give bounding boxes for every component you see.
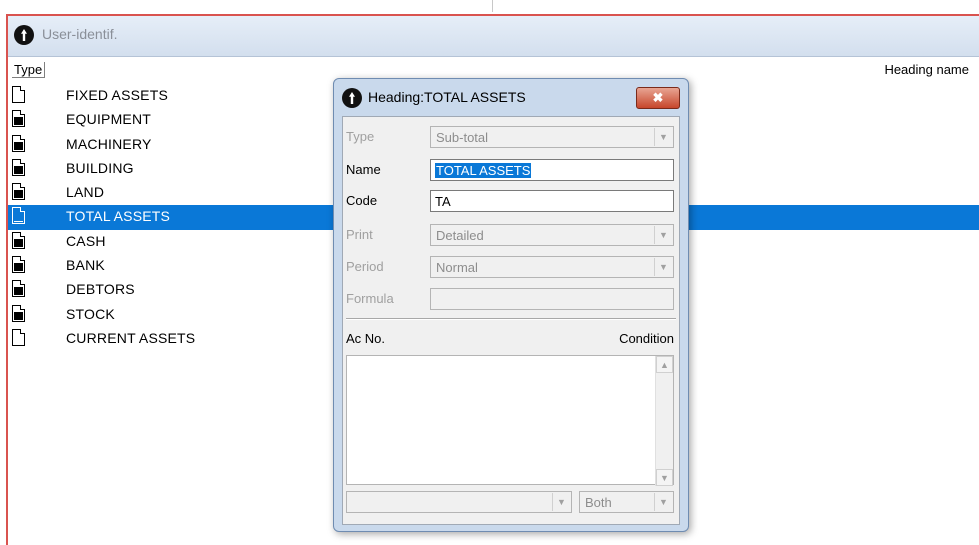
top-divider-tick	[492, 0, 493, 12]
formula-field	[430, 288, 674, 310]
document-filled-icon	[12, 256, 26, 274]
print-select: Detailed ▼	[430, 224, 674, 246]
code-label: Code	[346, 193, 378, 208]
print-label: Print	[346, 227, 373, 242]
account-select: ▼	[346, 491, 572, 513]
name-field[interactable]: TOTAL ASSETS	[430, 159, 674, 181]
type-label: Type	[346, 129, 375, 144]
list-item-label: CURRENT ASSETS	[66, 329, 196, 346]
list-item-label: BANK	[66, 257, 105, 274]
list-item-label: EQUIPMENT	[66, 111, 152, 128]
window-top-area	[0, 0, 979, 14]
list-item-label: TOTAL ASSETS	[66, 208, 171, 225]
app-logo-icon	[342, 88, 362, 108]
window-title: User-identif.	[42, 26, 118, 42]
document-outline-icon	[12, 207, 26, 225]
chevron-down-icon: ▼	[654, 493, 672, 511]
list-item-label: LAND	[66, 184, 105, 201]
dialog-titlebar[interactable]: Heading:TOTAL ASSETS ✖	[334, 79, 688, 115]
document-filled-icon	[12, 280, 26, 298]
document-filled-icon	[12, 158, 26, 177]
name-label: Name	[346, 162, 381, 177]
app-logo-icon	[14, 25, 34, 45]
column-header-type[interactable]: Type	[12, 62, 46, 78]
acno-label: Ac No.	[346, 331, 386, 346]
period-select: Normal ▼	[430, 256, 674, 278]
type-select: Sub-total ▼	[430, 126, 674, 148]
code-field-value: TA	[435, 194, 451, 209]
period-select-value: Normal	[436, 260, 478, 275]
scroll-up-icon[interactable]: ▲	[656, 356, 673, 373]
list-item-label: BUILDING	[66, 159, 134, 176]
divider	[346, 319, 676, 320]
vertical-scrollbar[interactable]: ▲ ▼	[655, 356, 673, 486]
condition-select: Both ▼	[579, 491, 674, 513]
document-filled-icon	[12, 134, 26, 153]
type-select-value: Sub-total	[436, 130, 489, 145]
print-select-value: Detailed	[436, 228, 484, 243]
code-field[interactable]: TA	[430, 190, 674, 212]
document-filled-icon	[12, 183, 26, 201]
scroll-down-icon[interactable]: ▼	[656, 469, 673, 486]
account-condition-list[interactable]: ▲ ▼	[346, 355, 674, 486]
dialog-title: Heading:TOTAL ASSETS	[368, 89, 526, 105]
heading-dialog: Heading:TOTAL ASSETS ✖ Type Sub-total ▼ …	[333, 78, 689, 532]
chevron-down-icon: ▼	[654, 128, 672, 146]
list-item-label: FIXED ASSETS	[66, 87, 168, 103]
column-header-heading-name[interactable]: Heading name	[884, 62, 969, 77]
window-titlebar: User-identif.	[8, 16, 979, 57]
period-label: Period	[346, 259, 384, 274]
list-item-label: DEBTORS	[66, 281, 135, 298]
dialog-body: Type Sub-total ▼ Name TOTAL ASSETS Code …	[342, 116, 680, 525]
document-filled-icon	[12, 304, 26, 323]
close-button[interactable]: ✖	[636, 87, 680, 109]
name-field-value: TOTAL ASSETS	[435, 163, 532, 178]
list-item-label: STOCK	[66, 305, 115, 322]
list-item-label: CASH	[66, 232, 106, 249]
condition-select-value: Both	[585, 495, 612, 510]
chevron-down-icon: ▼	[654, 226, 672, 244]
document-outline-icon	[12, 86, 26, 104]
list-item-label: MACHINERY	[66, 135, 152, 152]
chevron-down-icon: ▼	[654, 258, 672, 276]
document-outline-icon	[12, 328, 26, 347]
chevron-down-icon: ▼	[552, 493, 570, 511]
document-filled-icon	[12, 110, 26, 128]
condition-label: Condition	[619, 331, 674, 346]
formula-label: Formula	[346, 291, 394, 306]
document-filled-icon	[12, 231, 26, 250]
